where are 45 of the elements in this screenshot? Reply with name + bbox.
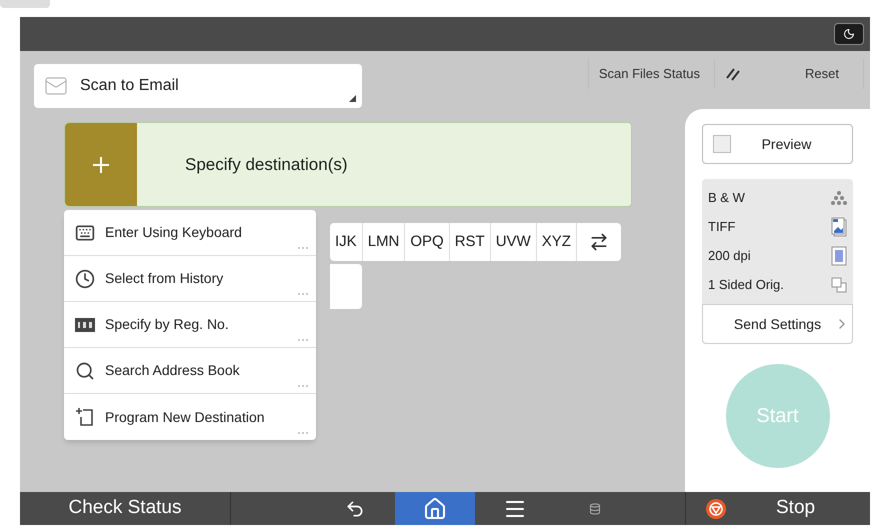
- energy-saver-button[interactable]: [834, 23, 864, 45]
- menu-item[interactable]: Search Address Book: [64, 348, 316, 394]
- setting-value: B & W: [708, 189, 745, 208]
- storage-icon: [589, 502, 601, 514]
- preview-checkbox[interactable]: [713, 135, 731, 153]
- index-tab[interactable]: RST: [450, 223, 491, 261]
- pages-icon: [831, 277, 847, 293]
- clock-icon: [75, 268, 95, 288]
- setting-value: 1 Sided Orig.: [708, 276, 784, 294]
- check-status-button[interactable]: Check Status: [20, 492, 231, 525]
- stop-button[interactable]: Stop: [685, 492, 870, 525]
- tab-edge: [0, 0, 50, 8]
- send-settings-button[interactable]: Send Settings: [702, 304, 853, 344]
- preview-button[interactable]: Preview: [702, 124, 853, 164]
- index-tab[interactable]: IJK: [330, 223, 363, 261]
- swap-icon: [588, 232, 609, 252]
- destination-prompt: Specify destination(s): [185, 154, 348, 176]
- menu-item[interactable]: Program New Destination: [64, 394, 316, 440]
- search-icon: [75, 360, 95, 380]
- nav-button[interactable]: [395, 492, 475, 525]
- slashes-icon: [725, 66, 741, 82]
- corner-triangle-icon: [349, 95, 356, 102]
- back-icon: [345, 498, 365, 518]
- toner-dots-icon: [831, 190, 847, 206]
- image-file-icon: [831, 217, 847, 237]
- setting-value: 200 dpi: [708, 247, 751, 266]
- menu-item[interactable]: Enter Using Keyboard: [64, 210, 316, 256]
- menu-item[interactable]: Select from History: [64, 256, 316, 302]
- index-tab[interactable]: XYZ: [536, 223, 577, 261]
- plus-icon: [93, 156, 109, 172]
- setting-value: TIFF: [708, 218, 736, 236]
- index-tab[interactable]: LMN: [362, 223, 406, 261]
- index-tab[interactable]: OPQ: [405, 223, 450, 261]
- reset-button[interactable]: Reset: [714, 59, 864, 89]
- index-tab[interactable]: UVW: [490, 223, 537, 261]
- stop-icon: [706, 498, 726, 518]
- add-destination-icon: [75, 407, 95, 427]
- home-icon: [423, 496, 447, 520]
- keyboard-icon: [75, 222, 95, 242]
- function-dropdown[interactable]: Scan to Email: [34, 64, 362, 108]
- number-pad-icon: [75, 316, 95, 332]
- moon-icon: [843, 28, 855, 40]
- menu-item[interactable]: Specify by Reg. No.: [64, 302, 316, 348]
- halftone-icon: [831, 246, 847, 266]
- scan-files-status-button[interactable]: Scan Files Status: [588, 59, 710, 89]
